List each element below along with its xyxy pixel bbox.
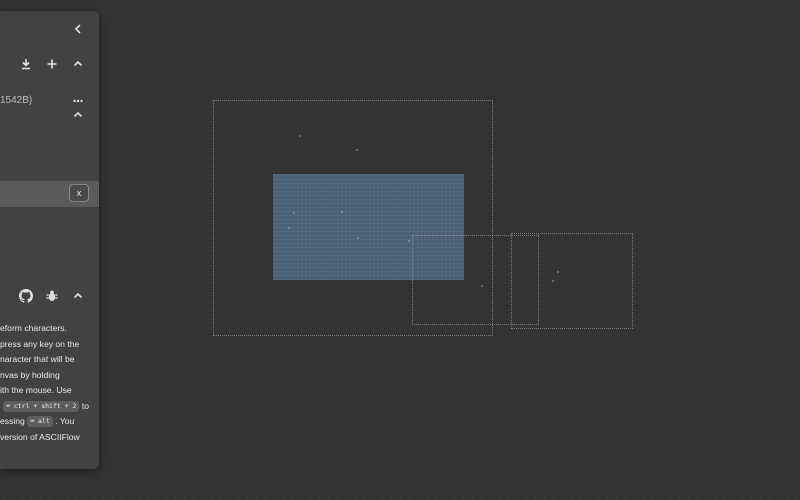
canvas-dot xyxy=(481,285,483,287)
canvas-dot xyxy=(357,237,359,239)
help-line: naracter that will be xyxy=(0,354,75,364)
shortcut-key: ⌨ ctrl + shift + 2 xyxy=(3,400,80,412)
canvas-dot xyxy=(341,211,343,213)
help-line: version of ASCIIFlow xyxy=(0,431,80,442)
help-line: press any key on the xyxy=(0,338,80,349)
close-drawing-button[interactable]: x xyxy=(69,184,89,202)
help-line: nvas by holding xyxy=(0,369,60,380)
ascii-box[interactable] xyxy=(511,233,633,329)
chevron-up-icon xyxy=(73,111,83,118)
help-line: eform characters. xyxy=(0,323,67,333)
github-icon xyxy=(19,289,33,303)
canvas-dot xyxy=(288,227,290,229)
canvas-dot xyxy=(552,280,554,282)
sidebar-panel: 1542B) x eform characters. press any key… xyxy=(0,11,99,469)
help-fragment: to xyxy=(81,400,90,411)
chevron-left-icon xyxy=(74,24,81,34)
collapse-sidebar-button[interactable] xyxy=(67,18,89,40)
download-icon xyxy=(22,59,30,70)
help-line: ⌨ ctrl + shift + 2 to xyxy=(3,399,89,415)
chevron-up-icon xyxy=(73,292,83,299)
shortcut-key: ⌨ alt xyxy=(27,416,53,427)
canvas-dot xyxy=(293,212,295,214)
help-line: essing ⌨ alt . You xyxy=(0,414,74,430)
bug-icon xyxy=(46,290,58,301)
download-button[interactable] xyxy=(15,53,37,75)
canvas-dot xyxy=(299,135,301,137)
canvas-dot xyxy=(557,271,559,273)
chevron-up-icon xyxy=(73,60,83,67)
report-bug-button[interactable] xyxy=(41,285,63,307)
add-drawing-button[interactable] xyxy=(41,53,63,75)
plus-icon xyxy=(47,59,57,69)
collapse-help-section-button[interactable] xyxy=(67,285,89,307)
collapse-file-section-button[interactable] xyxy=(67,53,89,75)
collapse-edit-section-button[interactable] xyxy=(67,104,89,126)
drawing-canvas[interactable] xyxy=(0,0,800,500)
help-fragment: essing xyxy=(0,416,25,426)
help-fragment: . You xyxy=(55,416,75,426)
drawing-file-label[interactable]: 1542B) xyxy=(0,95,32,106)
canvas-dot xyxy=(356,149,358,151)
canvas-dot xyxy=(408,240,410,242)
github-button[interactable] xyxy=(15,285,37,307)
help-line: ith the mouse. Use xyxy=(0,385,72,395)
